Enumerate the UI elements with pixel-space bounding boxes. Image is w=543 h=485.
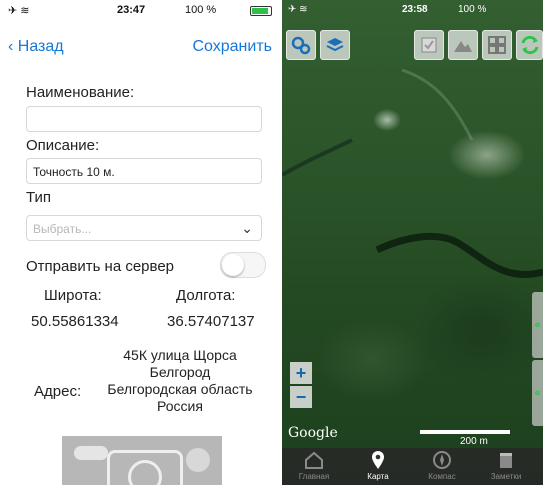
status-time: 23:47 [117, 4, 146, 16]
longitude-label: Долгота: [176, 287, 236, 304]
description-label: Описание: [26, 137, 100, 154]
double-chevron-left-icon: « [534, 319, 541, 331]
description-field[interactable]: Точность 10 м. [26, 158, 262, 184]
address-line: Россия [157, 398, 203, 414]
status-bar: ✈ ︎≋ 23:47 100 % [0, 0, 280, 20]
double-chevron-left-icon: « [534, 387, 541, 399]
google-attribution: Google [288, 425, 338, 441]
chevron-down-icon: ⌄ [241, 220, 253, 236]
notes-icon [500, 453, 512, 468]
home-icon [305, 451, 323, 469]
tab-label: Карта [367, 472, 389, 481]
scale-label: 200 m [460, 436, 488, 447]
map-screen: ✈ ≋ 23:58 100 % « « + − Google 200 m Гла… [282, 0, 543, 485]
settings-gears-button[interactable] [286, 30, 316, 60]
sun-icon [186, 448, 210, 472]
map-status-bar: ✈ ≋ 23:58 100 % [282, 0, 543, 20]
address-line: 45К улица Щорса [123, 347, 237, 363]
send-to-server-toggle[interactable] [220, 252, 266, 278]
latitude-label: Широта: [44, 287, 102, 304]
back-label: Назад [17, 38, 64, 55]
address-label: Адрес: [34, 383, 82, 400]
compass-icon [433, 451, 451, 469]
send-to-server-label: Отправить на сервер [26, 258, 175, 275]
status-battery-text: 100 % [185, 4, 217, 16]
tab-map[interactable]: Карта [352, 450, 404, 485]
map-scale: 200 m [420, 424, 510, 447]
map-terrain-overlay [282, 68, 543, 278]
terrain-button[interactable] [448, 30, 478, 60]
zoom-in-button[interactable]: + [290, 362, 312, 384]
latitude-value: 50.55861334 [31, 313, 119, 330]
address-line: Белгород [149, 364, 211, 380]
longitude-value: 36.57407137 [167, 313, 255, 330]
airplane-wifi-icon: ✈ ≋ [288, 4, 308, 15]
tab-label: Компас [428, 472, 456, 481]
grid-icon [488, 36, 506, 54]
tab-bar: Главная Карта Компас Заметки [282, 448, 543, 485]
navigation-bar: ‹ Назад Сохранить [0, 22, 280, 66]
type-placeholder: Выбрать... [33, 222, 92, 236]
address-line: Белгородская область [107, 381, 253, 397]
type-label: Тип [26, 189, 52, 206]
side-panel-handle-top[interactable]: « [532, 292, 543, 358]
grid-button[interactable] [482, 30, 512, 60]
airplane-wifi-icon: ✈ ︎≋ [8, 5, 30, 17]
tab-label: Заметки [490, 472, 522, 481]
status-time: 23:58 [402, 4, 428, 15]
status-battery-text: 100 % [458, 4, 487, 15]
zoom-out-button[interactable]: − [290, 386, 312, 408]
tab-label: Главная [298, 472, 330, 481]
point-edit-screen: ✈ ︎≋ 23:47 100 % ‹ Назад Сохранить Наиме… [0, 0, 280, 485]
checkbox-icon [421, 37, 437, 53]
back-button[interactable]: ‹ Назад [8, 38, 64, 56]
side-panel-handle-bottom[interactable]: « [532, 360, 543, 426]
cloud-icon [74, 446, 108, 460]
tab-home[interactable]: Главная [288, 450, 340, 485]
name-field[interactable] [26, 106, 262, 132]
save-button[interactable]: Сохранить [192, 38, 272, 56]
layers-button[interactable] [320, 30, 350, 60]
name-label: Наименование: [26, 84, 135, 101]
mountain-icon [454, 41, 472, 52]
address-value: 45К улица Щорса Белгород Белгородская об… [90, 347, 270, 415]
sync-icon [521, 35, 538, 55]
check-button[interactable] [414, 30, 444, 60]
layers-icon [326, 38, 344, 52]
battery-icon [250, 6, 272, 16]
photo-placeholder[interactable] [62, 436, 222, 485]
gears-icon [291, 36, 311, 55]
sync-button[interactable] [516, 30, 543, 60]
tab-compass[interactable]: Компас [416, 450, 468, 485]
scale-bar [420, 430, 510, 434]
tab-notes[interactable]: Заметки [480, 450, 532, 485]
map-pin-icon [372, 451, 384, 469]
type-select[interactable]: Выбрать... ⌄ [26, 215, 262, 241]
